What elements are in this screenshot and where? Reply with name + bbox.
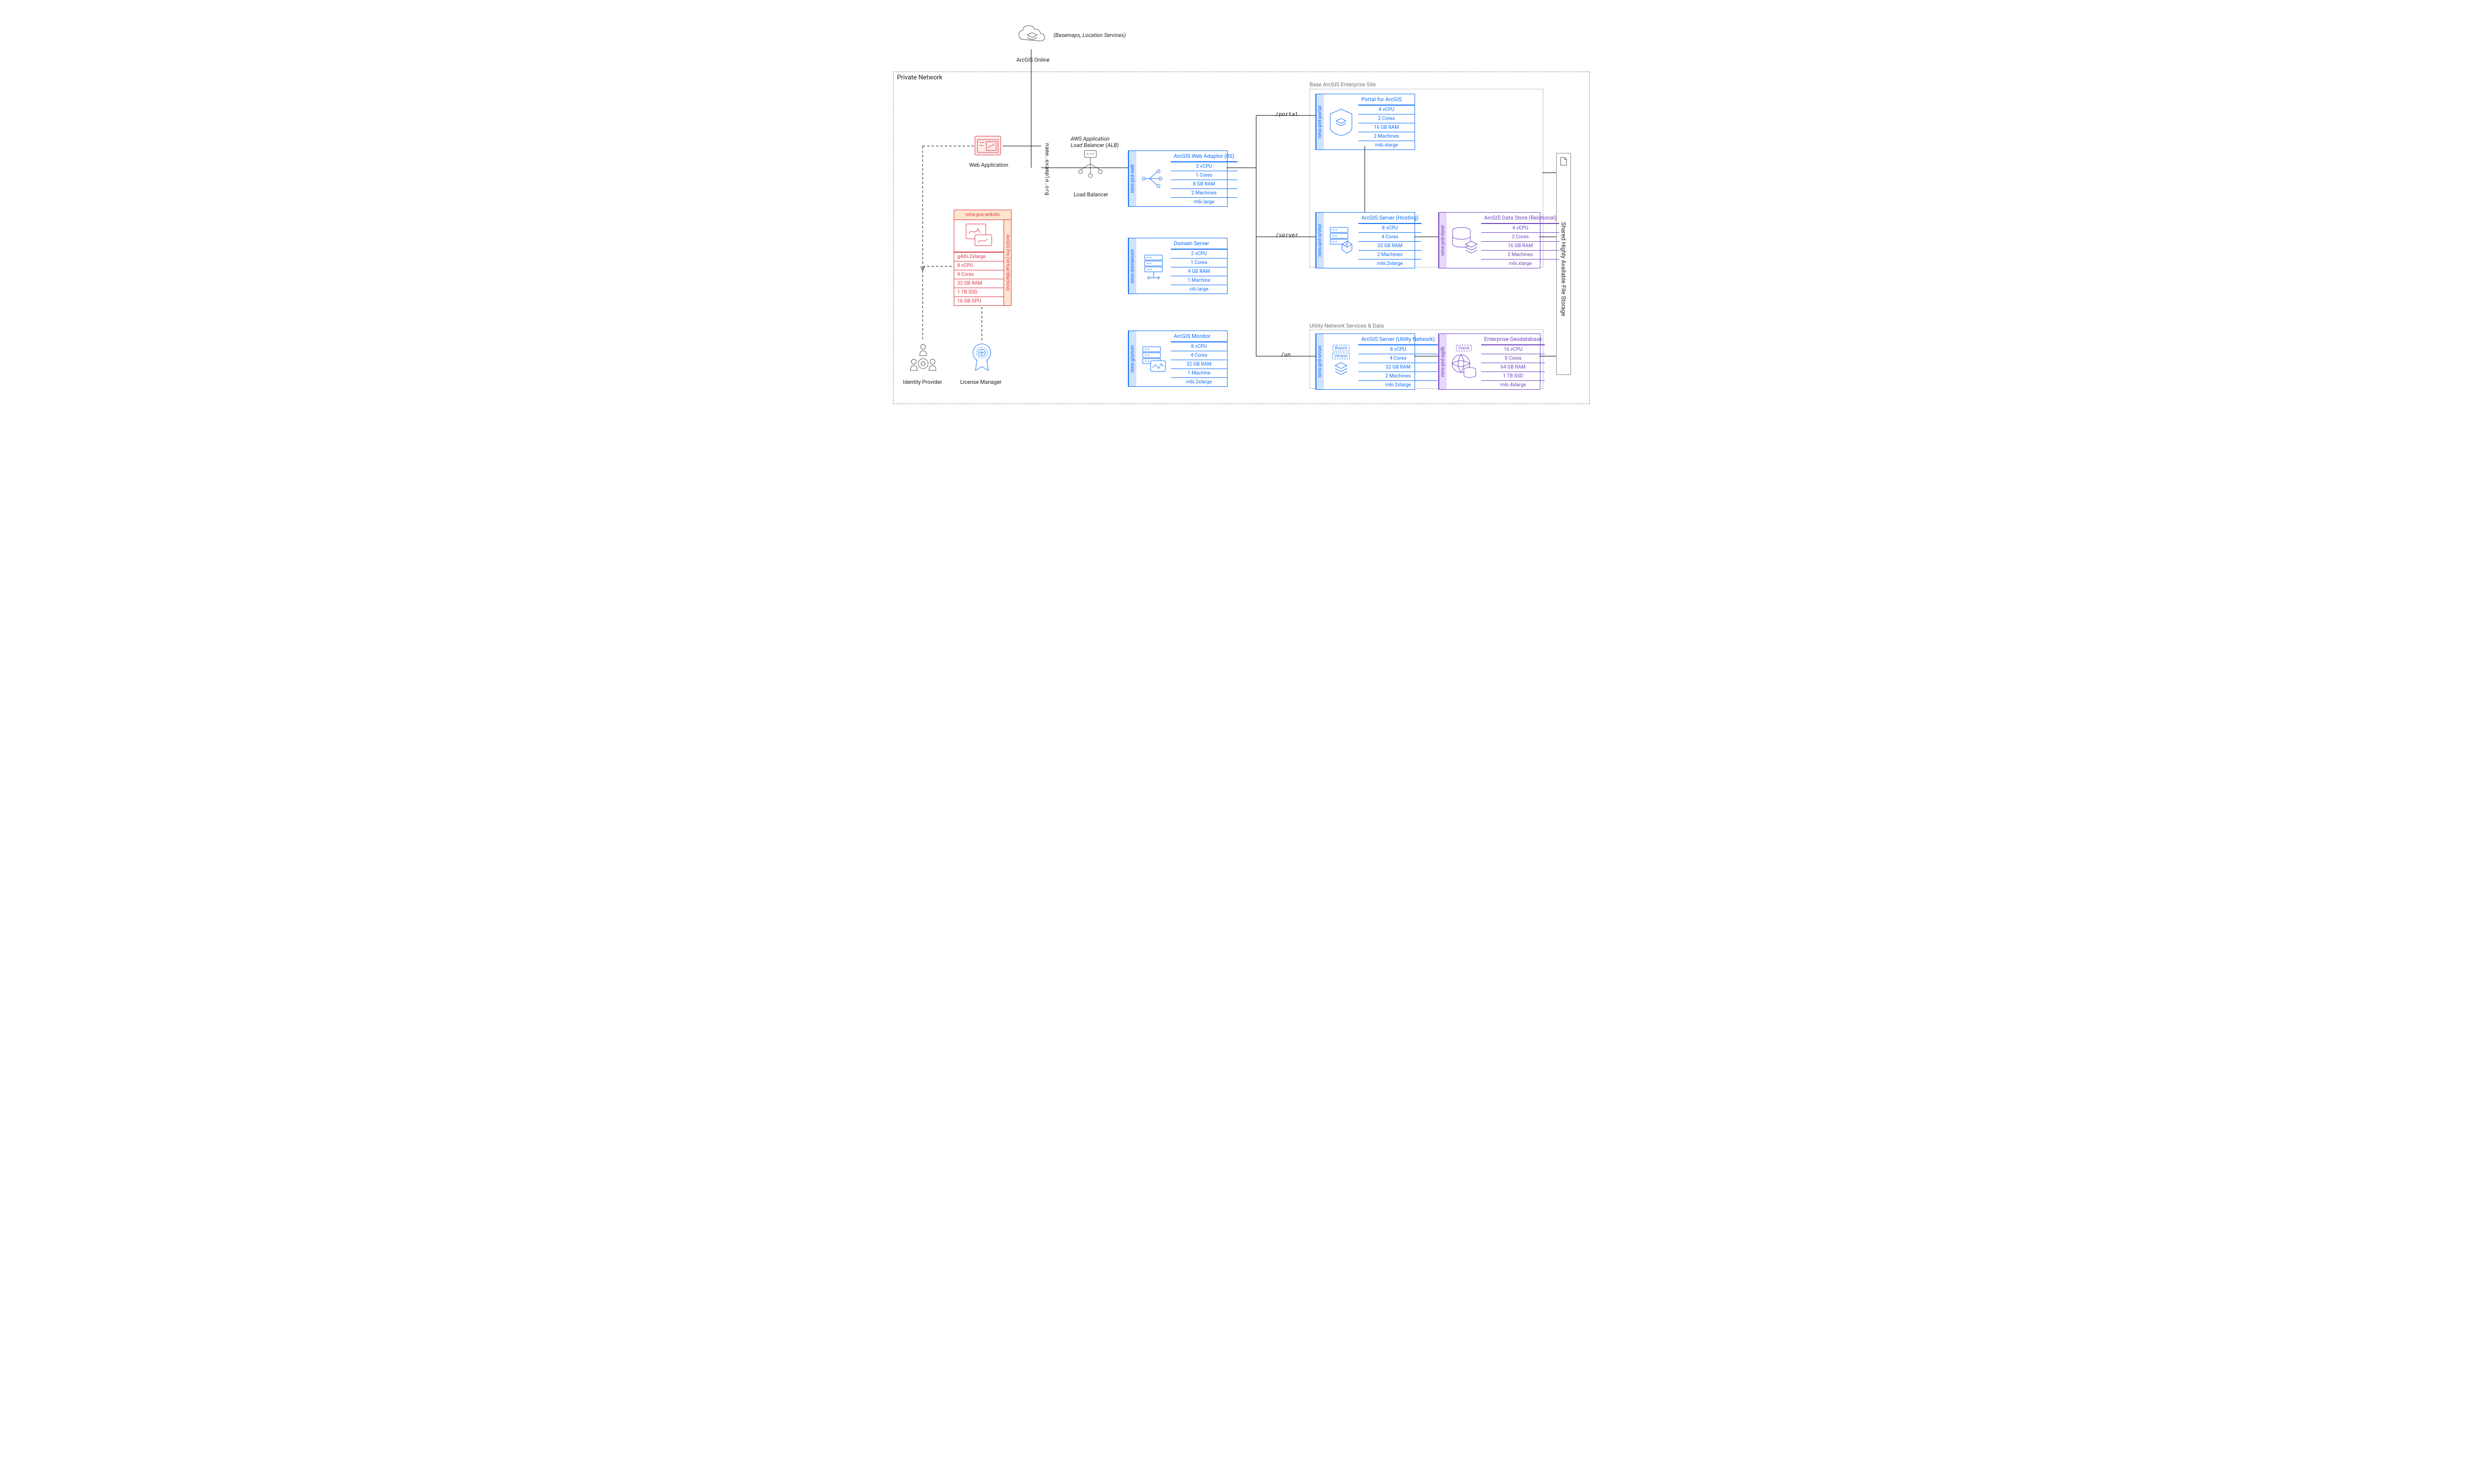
web-adaptor-icon xyxy=(1136,151,1171,206)
node-workstation: nms-pro-wrkstn g4dn.2xlarge 8 vCPU 4 Cor… xyxy=(954,210,1011,306)
host-label: nms-pro-wrkstn xyxy=(954,210,1011,220)
license-label: License Manager xyxy=(960,379,1002,385)
badge-branch: Branch xyxy=(1333,345,1350,351)
group-base-label: Base ArcGIS Enterprise Site xyxy=(1309,81,1376,88)
node-title: ArcGIS Data Store (Relational) xyxy=(1481,213,1559,223)
alb-sub: Load Balancer (ALB) xyxy=(1071,142,1119,148)
dns-hostname: name.example.org xyxy=(1044,143,1050,195)
node-utility-network-server: nms-prd-srvun Branch Version ArcGIS Serv… xyxy=(1315,334,1415,390)
node-title: Portal for ArcGIS xyxy=(1358,94,1415,105)
host-label: nms-prd-egdb xyxy=(1439,334,1447,389)
node-portal: nms-prd-portal Portal for ArcGIS 4 vCPU … xyxy=(1315,94,1415,150)
egdb-icon: Oracle xyxy=(1447,334,1481,389)
node-arcgis-monitor: nms-gismon ArcGIS Monitor 8 vCPU 4 Cores… xyxy=(1128,331,1228,387)
webapp-icon xyxy=(974,136,1001,159)
badge-version: Version xyxy=(1332,353,1350,359)
identity-icon xyxy=(908,342,938,377)
domain-server-icon xyxy=(1136,238,1171,294)
cloud-icon xyxy=(1016,22,1046,48)
route-server: /server xyxy=(1275,232,1298,238)
file-storage-bar: Shared Highly Available File Storage xyxy=(1556,153,1571,375)
cloud-note: (Basemaps, Location Services) xyxy=(1053,32,1126,38)
private-network-title: Private Network xyxy=(897,74,942,81)
host-label: nms-prd-web xyxy=(1128,151,1136,206)
monitor-icon xyxy=(1136,331,1171,386)
workstation-icon xyxy=(954,220,1004,252)
route-portal: /portal xyxy=(1275,111,1298,117)
datastore-icon xyxy=(1447,213,1481,268)
node-title: Enterprise Geodatabase xyxy=(1481,334,1545,345)
host-label: nms-prd-portal xyxy=(1316,94,1324,149)
hosting-server-icon xyxy=(1324,213,1358,268)
node-domain-server: nms-domainsvr Domain Server 2 vCPU 1 Cor… xyxy=(1128,238,1228,294)
node-title: ArcGIS Web Adaptor (IIS) xyxy=(1171,151,1237,162)
node-title: ArcGIS Server (Hosting) xyxy=(1358,213,1421,223)
license-icon xyxy=(970,342,994,376)
route-un: /un xyxy=(1281,351,1291,358)
badge-oracle: Oracle xyxy=(1456,345,1472,351)
utility-network-icon: Branch Version xyxy=(1324,334,1358,389)
host-label: nms-gismon xyxy=(1128,331,1136,386)
host-label: nms-prd-srvhst xyxy=(1316,213,1324,268)
alb-label: Load Balancer xyxy=(1074,191,1108,198)
host-label: nms-domainsvr xyxy=(1128,238,1136,294)
webapp-label: Web Application xyxy=(969,162,1009,168)
node-web-adaptor: nms-prd-web ArcGIS Web Adaptor (IIS) 2 v… xyxy=(1128,150,1228,207)
alb-title: AWS Application xyxy=(1071,136,1110,142)
group-un-label: Utility Network Services & Data xyxy=(1309,323,1384,329)
workstation-side-label: ArcGIS Pro (Virtual Machine) xyxy=(1004,220,1011,305)
identity-label: Identity Provider xyxy=(903,379,942,385)
node-title: Domain Server xyxy=(1171,238,1227,249)
portal-icon xyxy=(1324,94,1358,149)
file-storage-label: Shared Highly Available File Storage xyxy=(1560,222,1567,316)
node-title: ArcGIS Monitor xyxy=(1171,331,1227,342)
host-label: nms-prd-dsrel xyxy=(1439,213,1447,268)
node-egdb: nms-prd-egdb Oracle Enterprise Geodataba… xyxy=(1438,334,1540,390)
alb-icon xyxy=(1076,149,1105,185)
node-datastore-relational: nms-prd-dsrel ArcGIS Data Store (Relatio… xyxy=(1438,212,1540,268)
host-label: nms-prd-srvun xyxy=(1316,334,1324,389)
node-hosting-server: nms-prd-srvhst ArcGIS Server (Hosting) 8… xyxy=(1315,212,1415,268)
arcgis-online-label: ArcGIS Online xyxy=(1016,57,1049,63)
node-title: ArcGIS Server (Utility Network) xyxy=(1358,334,1438,345)
